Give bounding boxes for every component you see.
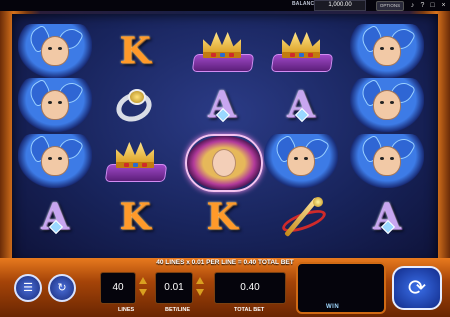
a-symbol: A: [185, 78, 259, 132]
lines-stepper[interactable]: [138, 276, 148, 298]
lines-display: 40: [100, 272, 136, 304]
fullscreen-icon[interactable]: □: [428, 1, 437, 10]
jester-symbol: [18, 78, 92, 132]
crown-cushion-symbol: [185, 24, 259, 78]
paytable-icon[interactable]: ☰: [14, 274, 42, 302]
crown-cushion-symbol: [264, 24, 338, 78]
total-bet-display: 0.40: [214, 272, 286, 304]
ring-symbol: [98, 78, 172, 132]
win-display: [296, 262, 386, 314]
jester-symbol: [350, 24, 424, 78]
win-label: WIN: [326, 304, 340, 310]
jester-symbol: [350, 134, 424, 188]
autoplay-icon[interactable]: ↻: [48, 274, 76, 302]
balance-value: 1,000.00: [314, 0, 366, 11]
jester-symbol: [18, 24, 92, 78]
princess-symbol: [185, 134, 263, 192]
speaker-icon[interactable]: ♪: [408, 1, 417, 10]
lines-up-arrow-icon[interactable]: [139, 277, 147, 284]
jester-symbol: [350, 78, 424, 132]
k-symbol: K: [98, 190, 172, 244]
k-letter: K: [206, 196, 238, 238]
a-symbol: A: [18, 190, 92, 244]
jester-symbol: [18, 134, 92, 188]
a-letter: A: [287, 84, 315, 126]
a-symbol: A: [350, 190, 424, 244]
crown-cushion-symbol: [98, 134, 172, 188]
spin-arrow-icon: ⟳: [407, 275, 427, 300]
a-letter: A: [41, 196, 69, 238]
bet-per-line-display: 0.01: [155, 272, 193, 304]
a-letter: A: [208, 84, 236, 126]
lines-down-arrow-icon[interactable]: [139, 289, 147, 296]
k-letter: K: [119, 196, 151, 238]
k-symbol: K: [185, 190, 259, 244]
options-button[interactable]: OPTIONS: [376, 1, 404, 11]
k-symbol: K: [98, 24, 172, 78]
k-letter: K: [119, 30, 151, 72]
scepter-symbol: [264, 190, 338, 244]
close-icon[interactable]: ×: [439, 1, 448, 10]
bet-down-arrow-icon[interactable]: [196, 289, 204, 296]
jester-symbol: [264, 134, 338, 188]
bet-per-line-label: BET/LINE: [165, 307, 191, 313]
a-symbol: A: [264, 78, 338, 132]
question-icon[interactable]: ?: [418, 1, 427, 10]
a-letter: A: [373, 196, 401, 238]
total-bet-label: TOTAL BET: [234, 307, 265, 313]
bet-up-arrow-icon[interactable]: [196, 277, 204, 284]
spin-button[interactable]: ⟳: [392, 266, 442, 310]
lines-label: LINES: [118, 307, 135, 313]
bet-per-line-stepper[interactable]: [195, 276, 205, 298]
